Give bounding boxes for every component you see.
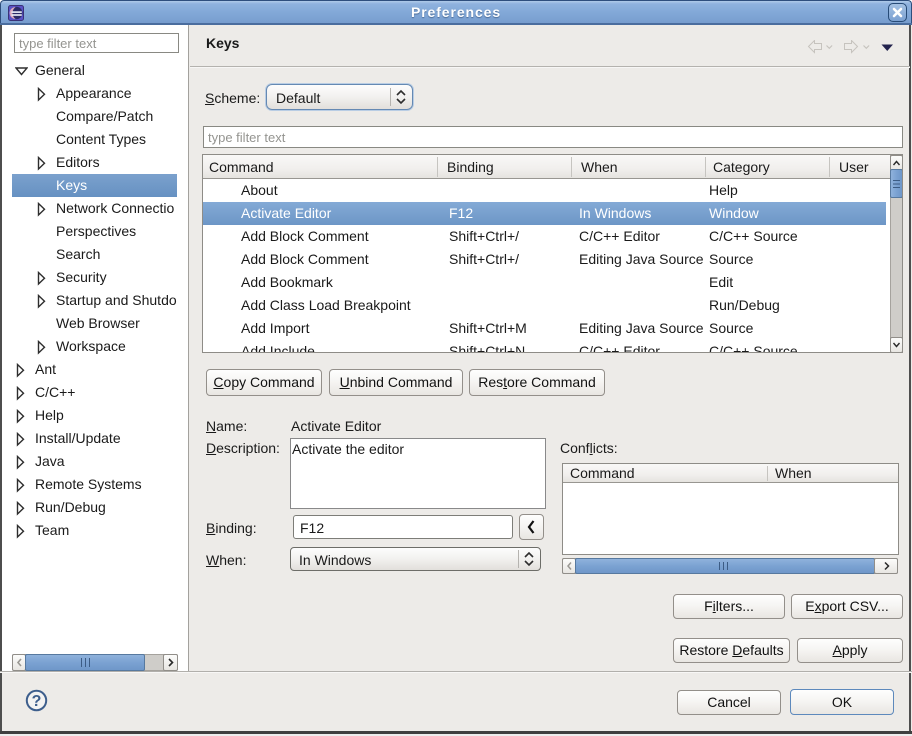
svg-text:?: ? xyxy=(32,693,42,710)
